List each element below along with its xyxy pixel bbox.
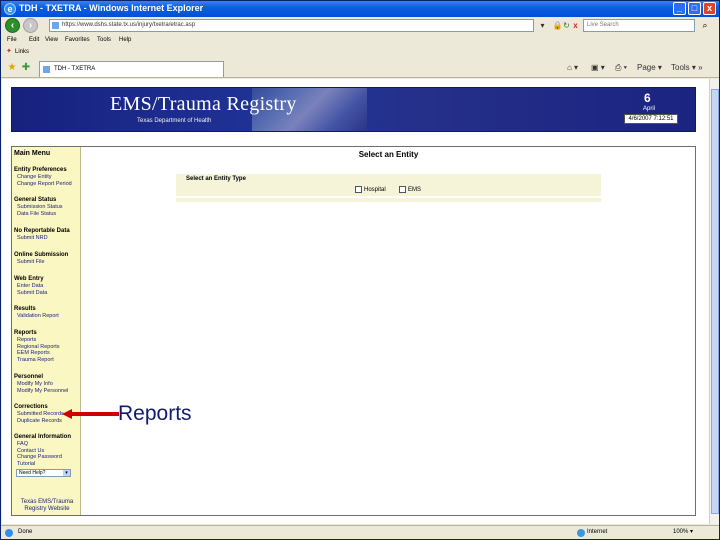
link-tutorial[interactable]: Tutorial <box>14 461 80 468</box>
reports-callout: Reports <box>118 402 192 425</box>
callout-arrow-icon <box>62 409 119 419</box>
stop-button[interactable]: x <box>570 20 581 31</box>
link-data-file-status[interactable]: Data File Status <box>14 211 80 218</box>
menu-view[interactable]: View <box>45 34 58 46</box>
section-heading: Entity Preferences <box>14 167 67 173</box>
section-online-submission: Online Submission Submit File <box>14 251 80 266</box>
menu-tools[interactable]: Tools <box>97 34 111 46</box>
section-web-entry: Web Entry Enter Data Submit Data <box>14 275 80 296</box>
tab-label: TDH - TXETRA <box>54 66 96 72</box>
search-icon[interactable]: ⌕ <box>697 19 713 32</box>
link-submit-data[interactable]: Submit Data <box>14 290 80 297</box>
chevron-down-icon[interactable]: ▾ <box>63 470 70 476</box>
menu-favorites[interactable]: Favorites <box>65 34 90 46</box>
title-bar: e TDH - TXETRA - Windows Internet Explor… <box>1 1 719 17</box>
help-select-value: Need Help? <box>19 470 46 476</box>
zoom-control[interactable]: 100% ▾ <box>673 526 693 539</box>
page-viewport: EMS/Trauma Registry Texas Department of … <box>2 79 709 524</box>
close-button[interactable]: x <box>703 2 716 15</box>
page-icon <box>52 22 59 29</box>
menu-bar: File Edit View Favorites Tools Help <box>1 34 719 46</box>
scrollbar-thumb[interactable] <box>711 89 719 514</box>
banner-datetime: 4/6/2007 7:12:51 <box>624 114 678 124</box>
main-menu-title: Main Menu <box>14 150 51 157</box>
minimize-button[interactable]: _ <box>673 2 686 15</box>
security-zone: Internet <box>587 529 608 535</box>
section-heading: No Reportable Data <box>14 228 70 234</box>
tools-menu-button[interactable]: Tools ▾ » <box>671 63 703 73</box>
menu-edit[interactable]: Edit <box>29 34 39 46</box>
add-favorite-icon[interactable]: ✚ <box>20 62 32 73</box>
forward-button[interactable]: › <box>23 18 38 33</box>
address-input[interactable]: https://www.dshs.state.tx.us/injury/txet… <box>49 19 534 32</box>
banner-subtitle: Texas Department of Health <box>137 118 212 124</box>
banner-month: April <box>643 106 656 112</box>
address-text: https://www.dshs.state.tx.us/injury/txet… <box>62 22 196 28</box>
hospital-checkbox[interactable] <box>355 186 362 193</box>
menu-help[interactable]: Help <box>119 34 131 46</box>
link-submit-file[interactable]: Submit File <box>14 259 80 266</box>
browser-window: e TDH - TXETRA - Windows Internet Explor… <box>0 0 720 540</box>
section-heading: General Status <box>14 197 57 203</box>
address-dropdown-icon[interactable]: ▾ <box>537 20 548 31</box>
section-entity-preferences: Entity Preferences Change Entity Change … <box>14 166 80 187</box>
tab-txetra[interactable]: TDH - TXETRA <box>39 61 224 77</box>
status-text: Done <box>18 529 33 535</box>
entity-type-label: Select an Entity Type <box>186 176 246 182</box>
address-row: ‹ › https://www.dshs.state.tx.us/injury/… <box>1 17 719 34</box>
maximize-button[interactable]: □ <box>688 2 701 15</box>
registry-website-link[interactable]: Texas EMS/Trauma Registry Website <box>14 499 80 513</box>
section-no-reportable-data: No Reportable Data Submit NRD <box>14 227 80 242</box>
section-results: Results Validation Report <box>14 305 80 320</box>
favorites-star-icon[interactable]: ★ <box>6 62 18 73</box>
entity-divider <box>176 198 601 202</box>
link-modify-my-personnel[interactable]: Modify My Personnel <box>14 388 80 395</box>
print-button[interactable]: ⎙ ▾ <box>615 63 627 73</box>
ems-label: EMS <box>408 187 422 193</box>
section-heading: General Information <box>14 434 72 440</box>
home-button[interactable]: ⌂ ▾ <box>567 63 578 73</box>
section-general-information: General Information FAQ Contact Us Chang… <box>14 433 80 477</box>
entity-type-box: Select an Entity Type Hospital EMS <box>176 174 601 196</box>
section-heading: Personnel <box>14 374 44 380</box>
ie-logo-icon: e <box>4 3 16 15</box>
section-heading: Web Entry <box>14 276 44 282</box>
tab-row: ★ ✚ TDH - TXETRA ⌂ ▾ ▣ ▾ ⎙ ▾ Page ▾ Tool… <box>1 58 719 78</box>
section-general-status: General Status Submission Status Data Fi… <box>14 196 80 217</box>
ems-checkbox[interactable] <box>399 186 406 193</box>
link-trauma-report[interactable]: Trauma Report <box>14 357 80 364</box>
page-icon <box>43 66 50 73</box>
link-change-report-period[interactable]: Change Report Period <box>14 181 80 188</box>
banner-title: EMS/Trauma Registry <box>110 93 297 115</box>
hospital-label: Hospital <box>364 187 386 193</box>
main-frame: Main Menu Entity Preferences Change Enti… <box>11 146 696 516</box>
menu-file[interactable]: File <box>7 34 17 46</box>
section-heading: Online Submission <box>14 252 69 258</box>
section-personnel: Personnel Modify My Info Modify My Perso… <box>14 373 80 394</box>
page-title: Select an Entity <box>358 150 419 159</box>
section-heading: Reports <box>14 330 37 336</box>
content-panel: Select an Entity Select an Entity Type H… <box>82 147 695 515</box>
back-button[interactable]: ‹ <box>5 18 20 33</box>
registry-banner: EMS/Trauma Registry Texas Department of … <box>11 87 696 132</box>
section-heading: Results <box>14 306 36 312</box>
ie-status-icon <box>5 529 13 537</box>
globe-icon <box>577 529 585 537</box>
banner-day: 6 <box>644 91 651 105</box>
links-icon: ✦ <box>6 48 12 55</box>
search-input[interactable]: Live Search <box>583 19 695 32</box>
section-reports: Reports Reports Regional Reports EEM Rep… <box>14 329 80 363</box>
help-select[interactable]: Need Help? ▾ <box>16 469 71 477</box>
window-title: TDH - TXETRA - Windows Internet Explorer <box>19 3 204 13</box>
links-label[interactable]: Links <box>15 46 29 58</box>
status-bar: Done Internet 100% ▾ <box>1 525 719 539</box>
feeds-button[interactable]: ▣ ▾ <box>591 63 605 73</box>
page-menu-button[interactable]: Page ▾ <box>637 63 662 73</box>
links-bar: ✦ Links <box>1 46 719 58</box>
main-menu-sidebar: Main Menu Entity Preferences Change Enti… <box>12 147 81 515</box>
link-submit-nrd[interactable]: Submit NRD <box>14 235 80 242</box>
link-validation-report[interactable]: Validation Report <box>14 313 80 320</box>
vertical-scrollbar[interactable] <box>709 79 719 524</box>
